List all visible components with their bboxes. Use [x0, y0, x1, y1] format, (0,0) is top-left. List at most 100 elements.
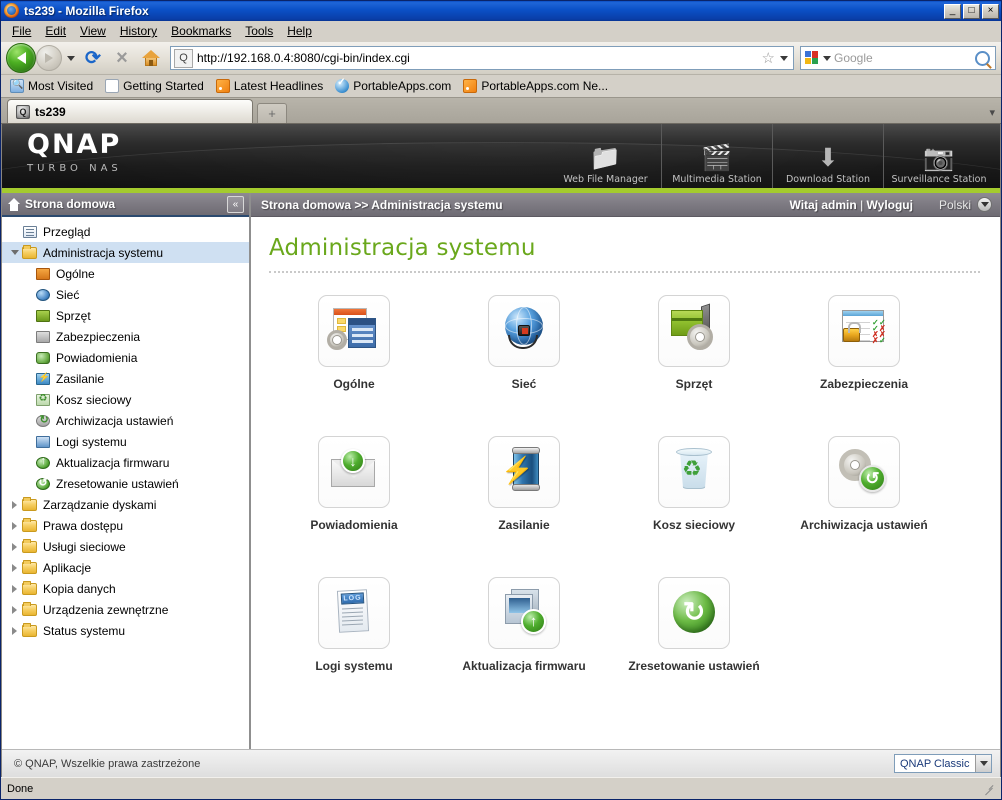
sidebar-item-status-systemu[interactable]: Status systemu: [2, 620, 249, 641]
menu-bookmarks[interactable]: Bookmarks: [164, 22, 238, 40]
sidebar-header: Strona domowa «: [2, 193, 249, 217]
sidebar-item-kopia-danych[interactable]: Kopia danych: [2, 578, 249, 599]
tile-zabezpieczenia[interactable]: ✓ ✓ ✓ ✗ ✗ ✗ ✗ ✓ Zabezpieczenia: [779, 287, 949, 428]
search-icon[interactable]: [975, 50, 990, 66]
tile-button[interactable]: ↺: [828, 436, 900, 508]
tile-aktualizacja-firmwaru[interactable]: ↑ Aktualizacja firmwaru: [439, 569, 609, 710]
tile-archiwizacja-ustawien[interactable]: ↺ Archiwizacja ustawień: [779, 428, 949, 569]
tile-button[interactable]: ⚡: [488, 436, 560, 508]
expand-toggle[interactable]: [8, 542, 21, 551]
bookmark-star-icon[interactable]: ☆: [762, 49, 775, 67]
address-bar[interactable]: Q http://192.168.0.4:8080/cgi-bin/index.…: [170, 46, 794, 70]
sidebar-item-powiadomienia[interactable]: Powiadomienia: [2, 347, 249, 368]
sidebar-item-siec[interactable]: Sieć: [2, 284, 249, 305]
menu-view[interactable]: View: [73, 22, 113, 40]
network-icon: [497, 304, 551, 358]
stop-button[interactable]: ×: [109, 45, 135, 71]
surveillance-station-icon: 📷: [923, 144, 955, 172]
tile-button[interactable]: ↓: [318, 436, 390, 508]
home-button[interactable]: [138, 45, 164, 71]
sidebar-item-kosz-sieciowy[interactable]: Kosz sieciowy: [2, 389, 249, 410]
tab-ts239[interactable]: Q ts239: [7, 99, 253, 123]
station-web-file-manager[interactable]: 📁 Web File Manager: [550, 124, 661, 188]
expand-toggle[interactable]: [8, 584, 21, 593]
sidebar-item-archiwizacja-ustawien[interactable]: Archiwizacja ustawień: [2, 410, 249, 431]
expand-toggle[interactable]: [8, 626, 21, 635]
forward-button[interactable]: [36, 45, 62, 71]
list-all-tabs-button[interactable]: ▾: [989, 106, 995, 119]
tile-powiadomienia[interactable]: ↓ Powiadomienia: [269, 428, 439, 569]
close-button[interactable]: ×: [982, 3, 999, 19]
tile-button[interactable]: ↻: [658, 577, 730, 649]
menu-tools[interactable]: Tools: [238, 22, 280, 40]
sidebar-item-zresetowanie-ustawien[interactable]: Zresetowanie ustawień: [2, 473, 249, 494]
menu-help[interactable]: Help: [280, 22, 319, 40]
sidebar-item-zarzadzanie-dyskami[interactable]: Zarządzanie dyskami: [2, 494, 249, 515]
sidebar-item-zabezpieczenia[interactable]: Zabezpieczenia: [2, 326, 249, 347]
sidebar-collapse-button[interactable]: «: [227, 195, 244, 213]
resize-grip[interactable]: [981, 782, 995, 796]
url-dropdown-icon[interactable]: [780, 55, 788, 61]
search-engine-dropdown-icon[interactable]: [823, 55, 831, 61]
tile-logi-systemu[interactable]: LOG Logi systemu: [269, 569, 439, 710]
home-icon: [142, 50, 160, 66]
station-multimedia[interactable]: 🎬 Multimedia Station: [661, 124, 772, 188]
bookmark-portableapps-news[interactable]: PortableApps.com Ne...: [458, 78, 613, 94]
sidebar-item-prawa-dostepu[interactable]: Prawa dostępu: [2, 515, 249, 536]
tile-label: Powiadomienia: [310, 518, 398, 532]
maximize-button[interactable]: □: [963, 3, 980, 19]
copyright-text: © QNAP, Wszelkie prawa zastrzeżone: [14, 757, 201, 770]
expand-toggle[interactable]: [8, 250, 21, 255]
tile-button[interactable]: LOG: [318, 577, 390, 649]
expand-toggle[interactable]: [8, 500, 21, 509]
tile-button[interactable]: [488, 295, 560, 367]
sidebar-item-uslugi-sieciowe[interactable]: Usługi sieciowe: [2, 536, 249, 557]
tile-label: Logi systemu: [315, 659, 393, 673]
bookmark-most-visited[interactable]: Most Visited: [5, 78, 98, 94]
tile-button[interactable]: [318, 295, 390, 367]
sidebar-item-administracja-systemu[interactable]: Administracja systemu: [2, 242, 249, 263]
menu-history[interactable]: History: [113, 22, 164, 40]
sidebar-item-logi-systemu[interactable]: Logi systemu: [2, 431, 249, 452]
tile-siec[interactable]: Sieć: [439, 287, 609, 428]
new-tab-button[interactable]: +: [257, 103, 287, 123]
back-button[interactable]: [6, 43, 36, 73]
menu-file[interactable]: File: [5, 22, 38, 40]
history-dropdown-button[interactable]: [65, 55, 77, 61]
sidebar-item-zasilanie[interactable]: Zasilanie: [2, 368, 249, 389]
search-input[interactable]: Google: [831, 51, 975, 65]
expand-toggle[interactable]: [8, 563, 21, 572]
station-surveillance[interactable]: 📷 Surveillance Station: [883, 124, 994, 188]
theme-select[interactable]: QNAP Classic: [894, 754, 992, 773]
sidebar-item-urzadzenia-zewnetrzne[interactable]: Urządzenia zewnętrzne: [2, 599, 249, 620]
reload-button[interactable]: ⟳: [80, 45, 106, 71]
bookmark-latest-headlines[interactable]: Latest Headlines: [211, 78, 328, 94]
language-selector[interactable]: Polski: [939, 197, 992, 212]
expand-toggle[interactable]: [8, 605, 21, 614]
tile-kosz-sieciowy[interactable]: ♻ Kosz sieciowy: [609, 428, 779, 569]
bookmark-getting-started[interactable]: Getting Started: [100, 78, 209, 94]
menu-edit[interactable]: Edit: [38, 22, 73, 40]
logout-link[interactable]: Wyloguj: [867, 198, 913, 212]
tile-ogolne[interactable]: Ogólne: [269, 287, 439, 428]
station-download[interactable]: ⬇ Download Station: [772, 124, 883, 188]
sidebar-item-aktualizacja-firmwaru[interactable]: Aktualizacja firmwaru: [2, 452, 249, 473]
expand-toggle[interactable]: [8, 521, 21, 530]
minimize-button[interactable]: _: [944, 3, 961, 19]
tile-button[interactable]: ↑: [488, 577, 560, 649]
sidebar-item-przeglad[interactable]: Przegląd: [2, 221, 249, 242]
tile-button[interactable]: ✓ ✓ ✓ ✗ ✗ ✗ ✗ ✓: [828, 295, 900, 367]
sidebar-item-sprzet[interactable]: Sprzęt: [2, 305, 249, 326]
chevron-down-icon[interactable]: [975, 755, 991, 772]
tile-sprzet[interactable]: Sprzęt: [609, 287, 779, 428]
station-label: Download Station: [785, 174, 870, 185]
search-bar[interactable]: Google: [800, 46, 996, 70]
tile-button[interactable]: ♻: [658, 436, 730, 508]
sidebar-item-aplikacje[interactable]: Aplikacje: [2, 557, 249, 578]
bookmark-portableapps[interactable]: PortableApps.com: [330, 77, 456, 94]
station-links: 📁 Web File Manager 🎬 Multimedia Station …: [550, 124, 1000, 188]
tile-button[interactable]: [658, 295, 730, 367]
tile-zasilanie[interactable]: ⚡ Zasilanie: [439, 428, 609, 569]
tile-zresetowanie-ustawien[interactable]: ↻ Zresetowanie ustawień: [609, 569, 779, 710]
sidebar-item-ogolne[interactable]: Ogólne: [2, 263, 249, 284]
